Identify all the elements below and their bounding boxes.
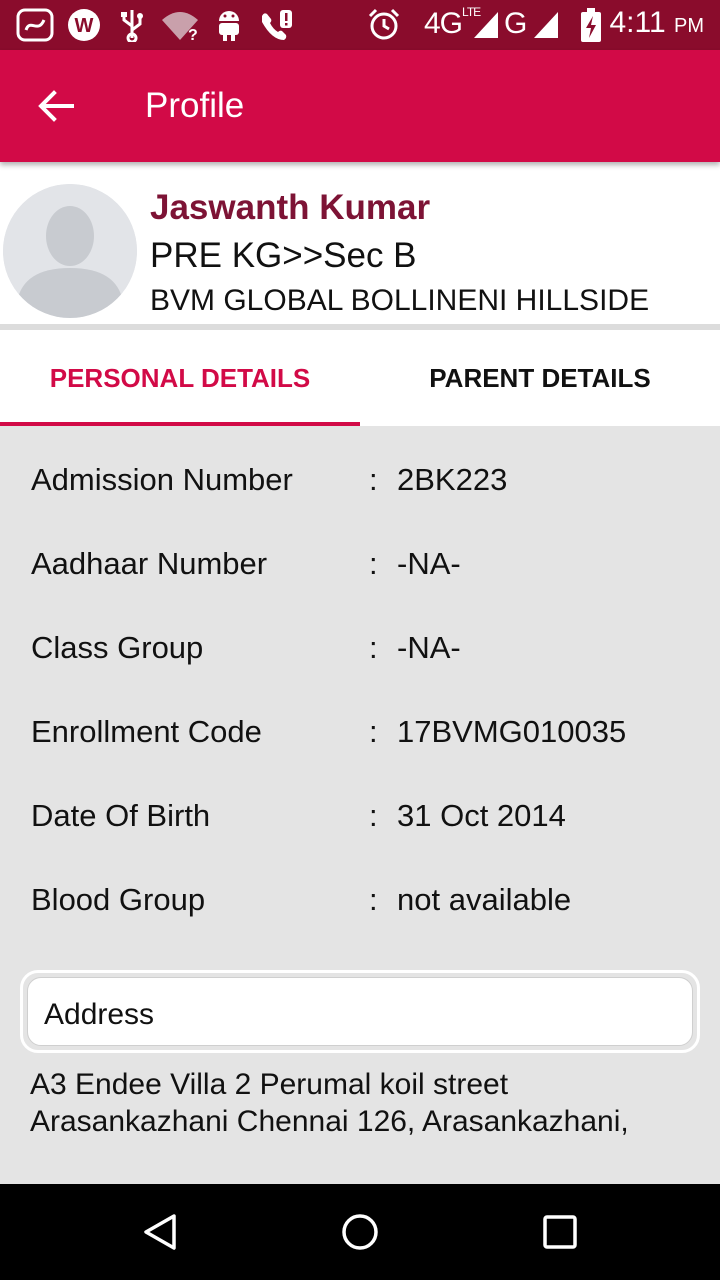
- address-label: Address: [44, 998, 155, 1031]
- detail-label: Blood Group: [31, 882, 206, 917]
- w-app-icon: W: [66, 8, 102, 42]
- profile-card: Jaswanth Kumar PRE KG>>Sec B BVM GLOBAL …: [0, 162, 720, 325]
- person-placeholder-icon: [3, 184, 137, 318]
- clock-ampm: PM: [674, 15, 704, 37]
- signal-2-icon: [532, 8, 560, 42]
- address-header-inner: Address: [27, 977, 693, 1046]
- detail-label: Date Of Birth: [31, 798, 211, 833]
- address-line-2: Arasankazhani Chennai 126, Arasankazhani…: [30, 1105, 629, 1138]
- detail-value: 31 Oct 2014: [397, 798, 566, 833]
- battery-charging-icon: [580, 8, 602, 42]
- detail-separator: :: [369, 882, 378, 917]
- address-text: A3 Endee Villa 2 Perumal koil street Ara…: [30, 1066, 690, 1140]
- student-school: BVM GLOBAL BOLLINENI HILLSIDE: [150, 284, 650, 317]
- tab-parent-details[interactable]: PARENT DETAILS: [360, 330, 720, 426]
- nav-home-button[interactable]: [320, 1202, 400, 1262]
- detail-row-date-of-birth: Date Of Birth : 31 Oct 2014: [0, 784, 720, 844]
- detail-row-class-group: Class Group : -NA-: [0, 616, 720, 676]
- alarm-icon: [366, 8, 402, 42]
- detail-separator: :: [369, 546, 378, 581]
- home-circle-icon: [342, 1214, 378, 1250]
- network-type-2: G: [504, 7, 527, 40]
- missed-call-icon: [258, 8, 294, 42]
- arrow-back-icon: [38, 90, 74, 122]
- nav-back-button[interactable]: [120, 1202, 200, 1262]
- detail-row-aadhaar-number: Aadhaar Number : -NA-: [0, 532, 720, 592]
- app-bar: Profile: [0, 50, 720, 162]
- network-type: 4G: [424, 7, 463, 40]
- detail-separator: :: [369, 798, 378, 833]
- detail-row-admission-number: Admission Number : 2BK223: [0, 448, 720, 508]
- tab-bar: PERSONAL DETAILS PARENT DETAILS: [0, 330, 720, 426]
- detail-label: Enrollment Code: [31, 714, 262, 749]
- detail-value: -NA-: [397, 630, 461, 665]
- back-button[interactable]: [26, 76, 86, 136]
- svg-text:?: ?: [188, 27, 198, 42]
- detail-value: -NA-: [397, 546, 461, 581]
- detail-label: Aadhaar Number: [31, 546, 268, 581]
- tab-personal-details[interactable]: PERSONAL DETAILS: [0, 330, 360, 426]
- tab-indicator: [0, 422, 360, 426]
- clock-time: 4:11: [609, 6, 666, 39]
- detail-value: 17BVMG010035: [397, 714, 627, 749]
- recents-square-icon: [543, 1215, 577, 1249]
- nav-recents-button[interactable]: [520, 1202, 600, 1262]
- student-class: PRE KG>>Sec B: [150, 236, 417, 275]
- status-bar: W ? 4GLTE G 4:11 PM: [0, 0, 720, 50]
- detail-separator: :: [369, 714, 378, 749]
- wifi-unknown-icon: ?: [160, 8, 200, 42]
- detail-value: not available: [397, 882, 572, 917]
- address-header: Address: [20, 970, 700, 1053]
- detail-value: 2BK223: [397, 462, 508, 497]
- detail-label: Admission Number: [31, 462, 293, 497]
- android-icon: [214, 8, 244, 42]
- student-name: Jaswanth Kumar: [150, 188, 431, 227]
- detail-separator: :: [369, 462, 378, 497]
- back-triangle-icon: [144, 1214, 176, 1250]
- detail-label: Class Group: [31, 630, 204, 665]
- detail-separator: :: [369, 630, 378, 665]
- system-nav-bar: [0, 1184, 720, 1280]
- usb-icon: [118, 8, 146, 42]
- svg-text:W: W: [75, 15, 94, 37]
- detail-row-blood-group: Blood Group : not available: [0, 868, 720, 928]
- status-time: 4:11 PM: [609, 6, 704, 40]
- address-line-1: A3 Endee Villa 2 Perumal koil street: [30, 1068, 509, 1101]
- saavn-icon: [16, 8, 54, 42]
- avatar: [3, 184, 137, 318]
- detail-row-enrollment-code: Enrollment Code : 17BVMG010035: [0, 700, 720, 760]
- page-title: Profile: [145, 86, 245, 125]
- signal-icon: [472, 8, 500, 42]
